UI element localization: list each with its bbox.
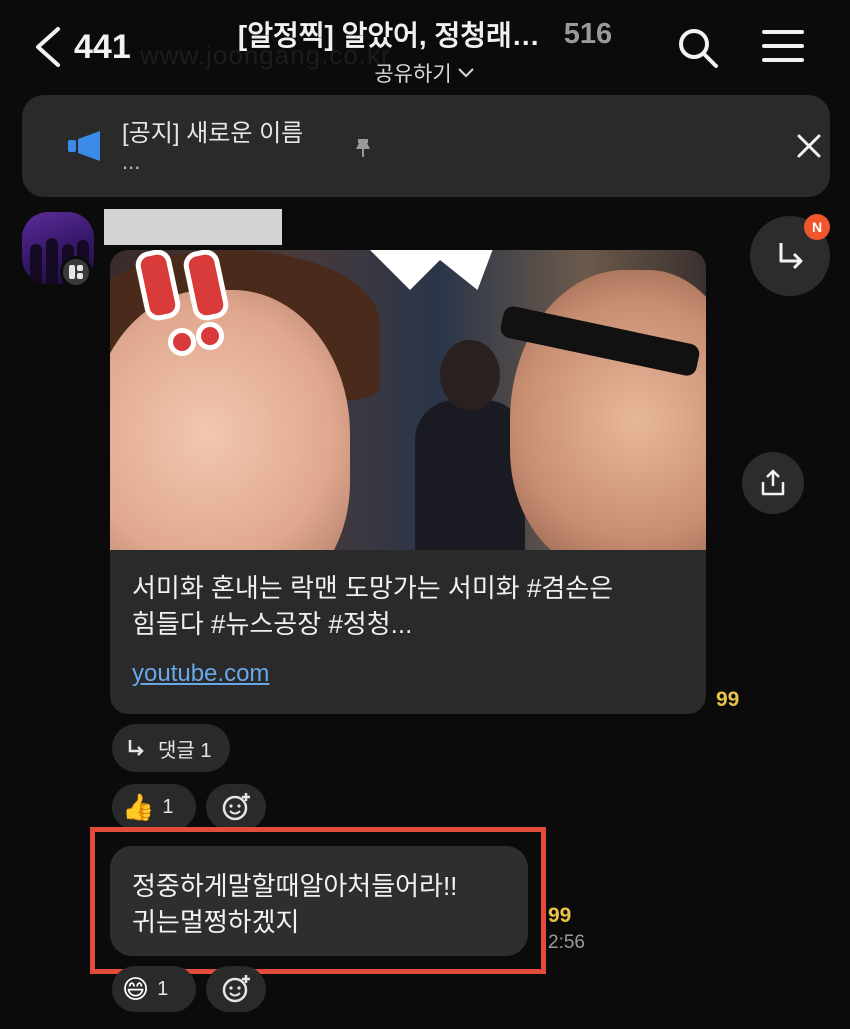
highlight-annotation [90, 827, 546, 974]
back-button[interactable]: 441 [32, 22, 152, 72]
share-icon [761, 469, 785, 496]
reaction-thumbs-up[interactable]: 👍 1 [112, 784, 196, 830]
menu-icon[interactable] [760, 26, 806, 66]
reply-button[interactable]: N [750, 214, 830, 296]
share-dropdown[interactable]: 공유하기 [205, 58, 645, 88]
link-title: 서미화 혼내는 락맨 도망가는 서미화 #겸손은 힘들다 #뉴스공장 #정청..… [132, 573, 614, 639]
add-reaction-button[interactable] [206, 966, 266, 1012]
thumbs-up-icon: 👍 [122, 791, 155, 822]
unread-count: 99 [716, 688, 740, 711]
notice-text: [공지] 새로운 이름 [122, 120, 304, 147]
share-button[interactable] [742, 452, 804, 514]
message-time: 2:56 [548, 932, 585, 953]
pin-icon [356, 139, 370, 157]
laughing-face-icon: 😄 [122, 973, 150, 1004]
chat-title-area[interactable]: [알정찍] 알았어, 정청래… 516 공유하기 [205, 14, 645, 88]
reply-arrow-icon [779, 243, 803, 270]
comment-label: 댓글 1 [158, 739, 212, 762]
close-icon[interactable] [794, 131, 824, 161]
reaction-count: 1 [162, 795, 174, 818]
new-badge: N [804, 214, 830, 240]
unread-count: 99 [548, 904, 572, 927]
chevron-left-icon [36, 27, 60, 67]
reaction-count: 1 [157, 977, 169, 1000]
comment-button[interactable]: 댓글 1 [112, 724, 230, 772]
member-count: 516 [563, 17, 613, 50]
link-preview-card[interactable]: 서미화 혼내는 락맨 도망가는 서미화 #겸손은 힘들다 #뉴스공장 #정청..… [110, 250, 706, 714]
chat-title: [알정찍] 알았어, 정청래… [237, 20, 540, 51]
chat-header: www.joongang.co.kr 441 [알정찍] 알았어, 정청래… 5… [0, 0, 850, 90]
add-reaction-button[interactable] [206, 784, 266, 830]
reply-arrow-icon [128, 740, 144, 756]
reaction-laugh[interactable]: 😄 1 [112, 966, 196, 1012]
unread-chat-count: 441 [74, 27, 131, 66]
notice-banner[interactable]: [공지] 새로운 이름 ... [22, 95, 830, 197]
share-label: 공유하기 [374, 63, 452, 86]
search-icon[interactable] [676, 26, 720, 70]
add-emoji-icon [222, 793, 250, 821]
link-domain[interactable]: youtube.com [132, 660, 269, 688]
profile-badge-icon [60, 256, 92, 288]
megaphone-icon [68, 131, 100, 161]
video-thumbnail [110, 250, 706, 550]
sender-name-redacted [104, 209, 282, 245]
add-emoji-icon [222, 975, 250, 1003]
chevron-down-icon [457, 68, 474, 78]
notice-more: ... [122, 149, 141, 174]
